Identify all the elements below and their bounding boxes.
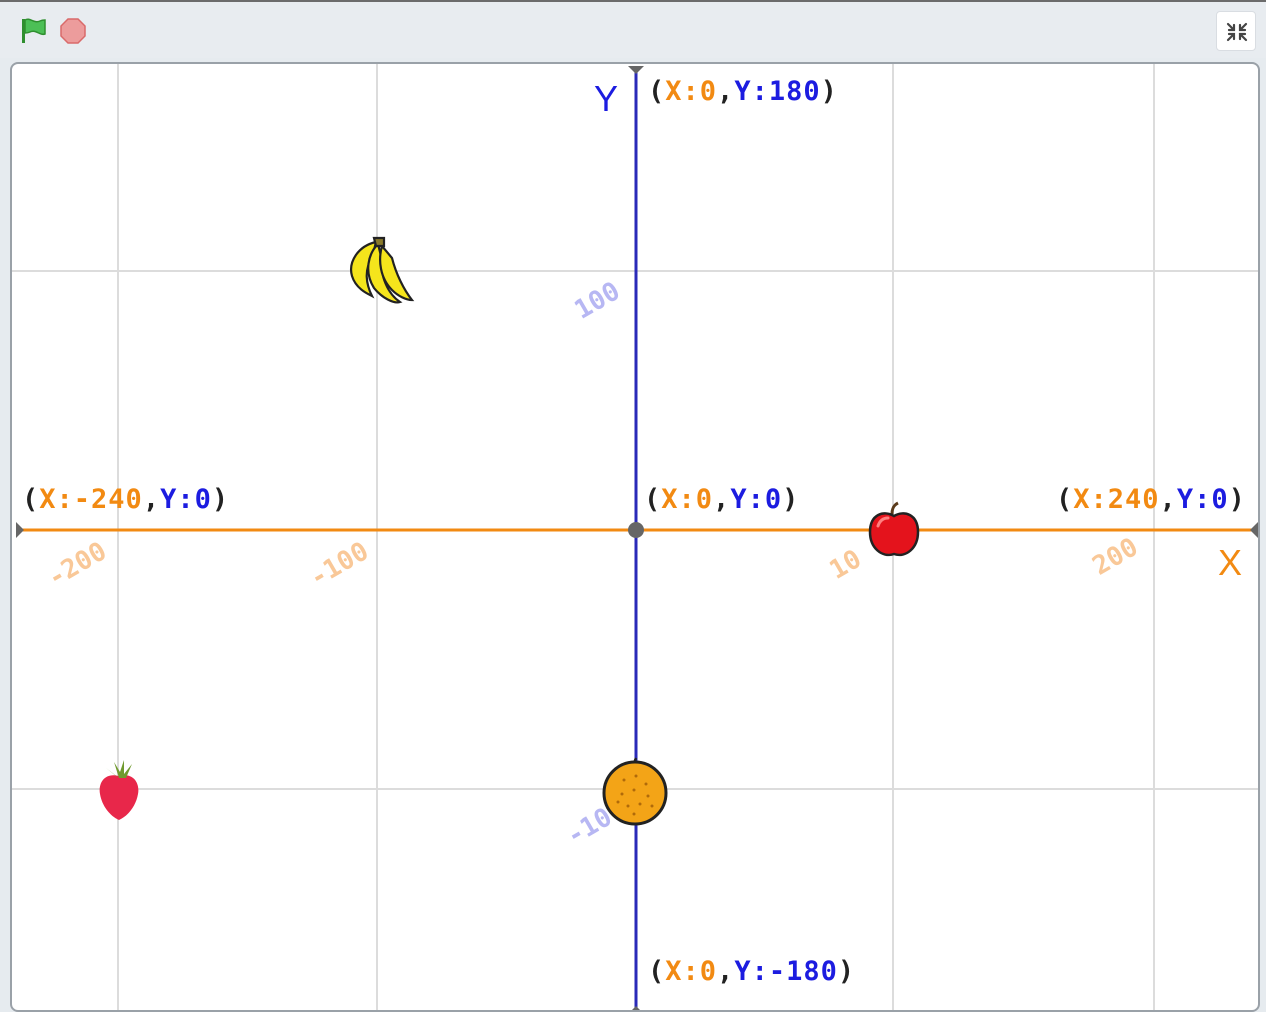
xy-grid-backdrop	[12, 64, 1258, 1010]
y-axis-bottom-marker	[632, 1006, 640, 1010]
x-axis-letter: X	[1218, 542, 1243, 583]
stage-canvas[interactable]: Y X -200 -100 10 200 100 -10 (X:0,Y:180)…	[10, 62, 1260, 1012]
stop-sign-icon[interactable]	[58, 16, 88, 46]
coord-label-right: (X:240,Y:0)	[1056, 484, 1246, 515]
green-flag-icon[interactable]	[18, 16, 48, 46]
y-axis-top-marker	[628, 66, 644, 74]
orange-icon[interactable]	[600, 756, 670, 826]
stage-toolbar	[0, 0, 1266, 58]
strawberry-icon[interactable]	[94, 758, 144, 824]
banana-icon[interactable]	[338, 234, 418, 314]
coord-label-top: (X:0,Y:180)	[648, 76, 838, 107]
x-axis-right-marker	[1250, 522, 1258, 538]
x-axis-left-marker	[16, 522, 24, 538]
apple-icon[interactable]	[862, 500, 926, 564]
coord-label-origin: (X:0,Y:0)	[644, 484, 800, 515]
coord-label-left: (X:-240,Y:0)	[22, 484, 230, 515]
exit-fullscreen-icon	[1226, 22, 1248, 42]
coord-label-bottom: (X:0,Y:-180)	[648, 956, 856, 987]
exit-fullscreen-button[interactable]	[1216, 11, 1256, 51]
y-axis-letter: Y	[594, 78, 619, 119]
origin-dot	[628, 522, 644, 538]
